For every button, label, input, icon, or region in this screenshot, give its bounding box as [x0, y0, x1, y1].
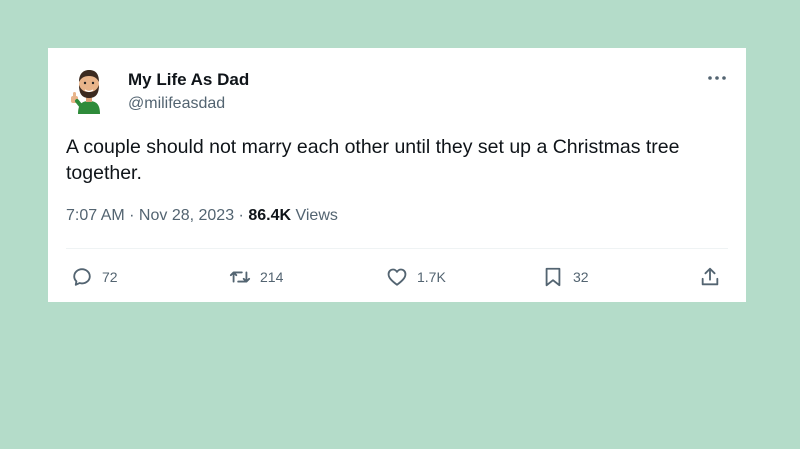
reply-button[interactable]: 72: [71, 266, 118, 288]
tweet-meta: 7:07 AM · Nov 28, 2023 · 86.4K Views: [66, 207, 338, 225]
author-display-name[interactable]: My Life As Dad: [128, 70, 249, 90]
tweet-date[interactable]: Nov 28, 2023: [139, 207, 234, 224]
meta-separator: ·: [234, 207, 249, 224]
views-count[interactable]: 86.4K: [248, 207, 291, 224]
tweet-card: My Life As Dad @milifeasdad A couple sho…: [48, 48, 746, 302]
author-handle[interactable]: @milifeasdad: [128, 95, 225, 113]
reply-count: 72: [102, 269, 118, 285]
tweet-time[interactable]: 7:07 AM: [66, 207, 125, 224]
divider: [66, 248, 728, 249]
like-button[interactable]: 1.7K: [386, 266, 446, 288]
more-dots-icon[interactable]: [704, 68, 730, 88]
reply-icon: [73, 268, 91, 286]
retweet-button[interactable]: 214: [229, 266, 283, 288]
bookmark-button[interactable]: 32: [542, 266, 589, 288]
retweet-count: 214: [260, 269, 284, 285]
share-icon: [701, 267, 719, 286]
tweet-text: A couple should not marry each other unt…: [66, 136, 680, 184]
bookmark-count: 32: [573, 269, 589, 285]
views-label: Views: [291, 207, 338, 224]
share-button[interactable]: [699, 266, 721, 288]
avatar[interactable]: [68, 68, 110, 114]
heart-icon: [387, 268, 407, 286]
like-count: 1.7K: [417, 269, 446, 285]
retweet-icon: [229, 271, 251, 283]
bookmark-icon: [545, 267, 561, 287]
meta-separator: ·: [124, 207, 139, 224]
